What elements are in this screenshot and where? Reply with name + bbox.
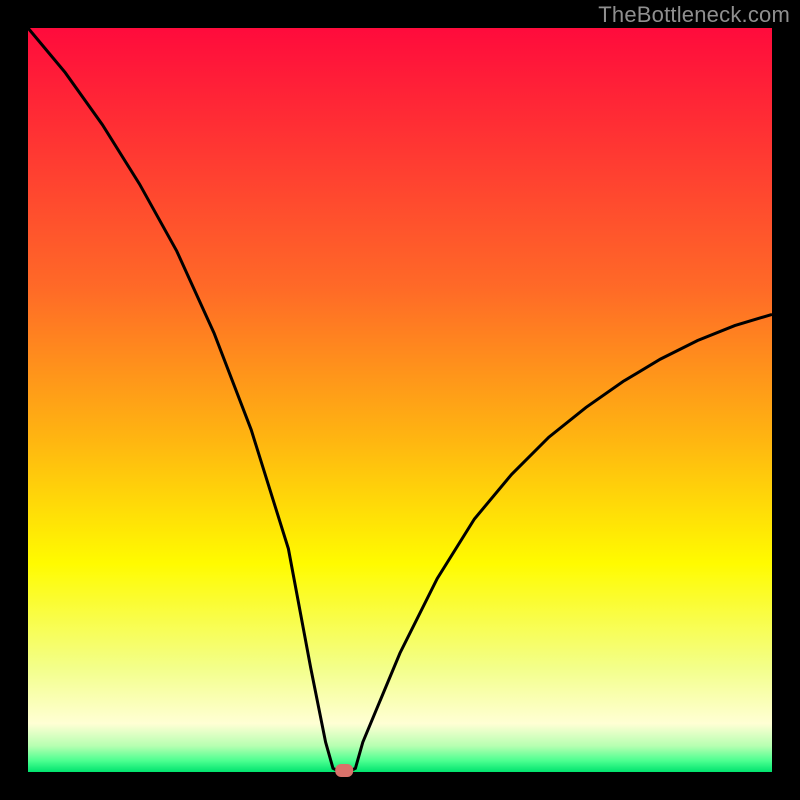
chart-frame: TheBottleneck.com (0, 0, 800, 800)
attribution-text: TheBottleneck.com (598, 2, 790, 28)
optimal-marker (335, 764, 353, 777)
bottleneck-chart (0, 0, 800, 800)
plot-background (28, 28, 772, 772)
